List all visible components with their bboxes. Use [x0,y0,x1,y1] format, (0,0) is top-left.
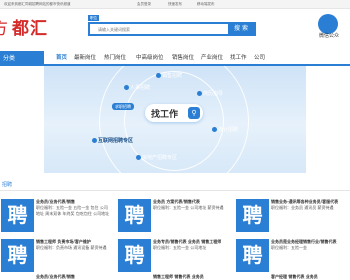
banner-tag-sales[interactable]: 销售招聘 [156,72,182,79]
nav-latest[interactable]: 最新岗位 [74,51,96,66]
logo-prefix: 方 [0,14,8,39]
job-card-3[interactable]: 销售业务-通讯等各种业务员/客服代表 职位福利：业务员 通讯员 薪资待遇 [271,199,349,211]
search-type-tag[interactable]: 职位 [88,15,99,21]
job-logo[interactable]: 聘 [236,199,269,232]
search-button[interactable]: 搜 索 [228,24,254,34]
site-logo[interactable]: 都汇 [12,14,48,39]
job-card-5[interactable]: 业务专员/销售代表 业务员 销售工程师 职位福利：五险一金 公司地址 [153,239,227,251]
nav-home[interactable]: 首页 [56,51,67,66]
job-card-6[interactable]: 业务员是业务经理销售行业/销售代表 职位福利：五险一金 [271,239,349,251]
carousel-dots[interactable] [168,163,188,173]
wechat-qr-icon[interactable] [318,14,338,34]
hero-banner[interactable]: 销售招聘 人事招聘 简历指导 求职招聘 找工作 ⚲ 互联网招聘专区 会计招聘 房… [44,66,306,173]
wechat-label: 微信公众 [319,33,340,39]
job-logo[interactable]: 聘 [1,199,34,232]
banner-main-pill[interactable]: 找工作 ⚲ [145,104,203,122]
job-card-4[interactable]: 销售工程师 负责市场/客户维护 职位福利：负责市场 通讯设备 薪资待遇 [36,239,110,251]
nav-company[interactable]: 公司 [254,51,265,66]
section-divider [0,190,350,191]
banner-tag-internet[interactable]: 互联网招聘专区 [92,137,133,144]
mobile-post-link[interactable]: 移动端发布 [197,2,215,7]
banner-tag-accounting[interactable]: 会计招聘 [212,126,238,133]
category-menu[interactable]: 分类 [0,51,44,66]
nav-find-job[interactable]: 找工作 [230,51,247,66]
job-card-2[interactable]: 业务员 方案代表/销售代表 职位福利：五险一金 公司地址 薪资待遇 [153,199,227,211]
job-card-1[interactable]: 业务员/业务代表/销售 职位福利：五险一金 五险一金 包住 公司地址 周末双休 年… [36,199,110,217]
job-card-9[interactable]: 客户经理 销售代表 业务员 [271,274,349,280]
job-logo[interactable]: 聘 [1,239,34,272]
job-logo[interactable]: 聘 [236,239,269,272]
top-info-bar: 欢迎来到都汇同城招聘网站的都市快讯频道 会员登录 快速发布 移动端发布 [0,0,350,9]
quick-post-link[interactable]: 快速发布 [168,2,182,7]
search-box: 搜 索 [88,22,256,36]
nav-sales[interactable]: 销售岗位 [172,51,194,66]
job-card-8[interactable]: 销售工程师 销售代表 业务员 [153,274,227,280]
job-logo[interactable]: 聘 [118,199,151,232]
nav-industry[interactable]: 产业岗位 [201,51,223,66]
nav-hot[interactable]: 热门岗位 [104,51,126,66]
banner-tag-hr[interactable]: 人事招聘 [124,84,150,91]
main-nav: 分类 首页 最新岗位 热门岗位 中高级岗位 销售岗位 产业岗位 找工作 公司 [0,51,350,66]
search-input[interactable] [92,24,232,34]
login-link[interactable]: 会员登录 [137,2,151,7]
job-card-7[interactable]: 业务员/业务代表/销售 [36,274,110,280]
banner-badge-recruit: 求职招聘 [112,103,134,110]
banner-tag-realestate[interactable]: 房地产招聘专区 [136,154,177,161]
search-icon[interactable]: ⚲ [188,107,200,119]
banner-tag-resume[interactable]: 简历指导 [197,90,223,97]
banner-main-text: 找工作 [151,110,179,120]
job-logo[interactable]: 聘 [118,239,151,272]
nav-senior[interactable]: 中高级岗位 [136,51,164,66]
section-title: 招聘 [2,182,13,188]
welcome-text: 欢迎来到都汇同城招聘网站的都市快讯频道 [4,2,71,6]
